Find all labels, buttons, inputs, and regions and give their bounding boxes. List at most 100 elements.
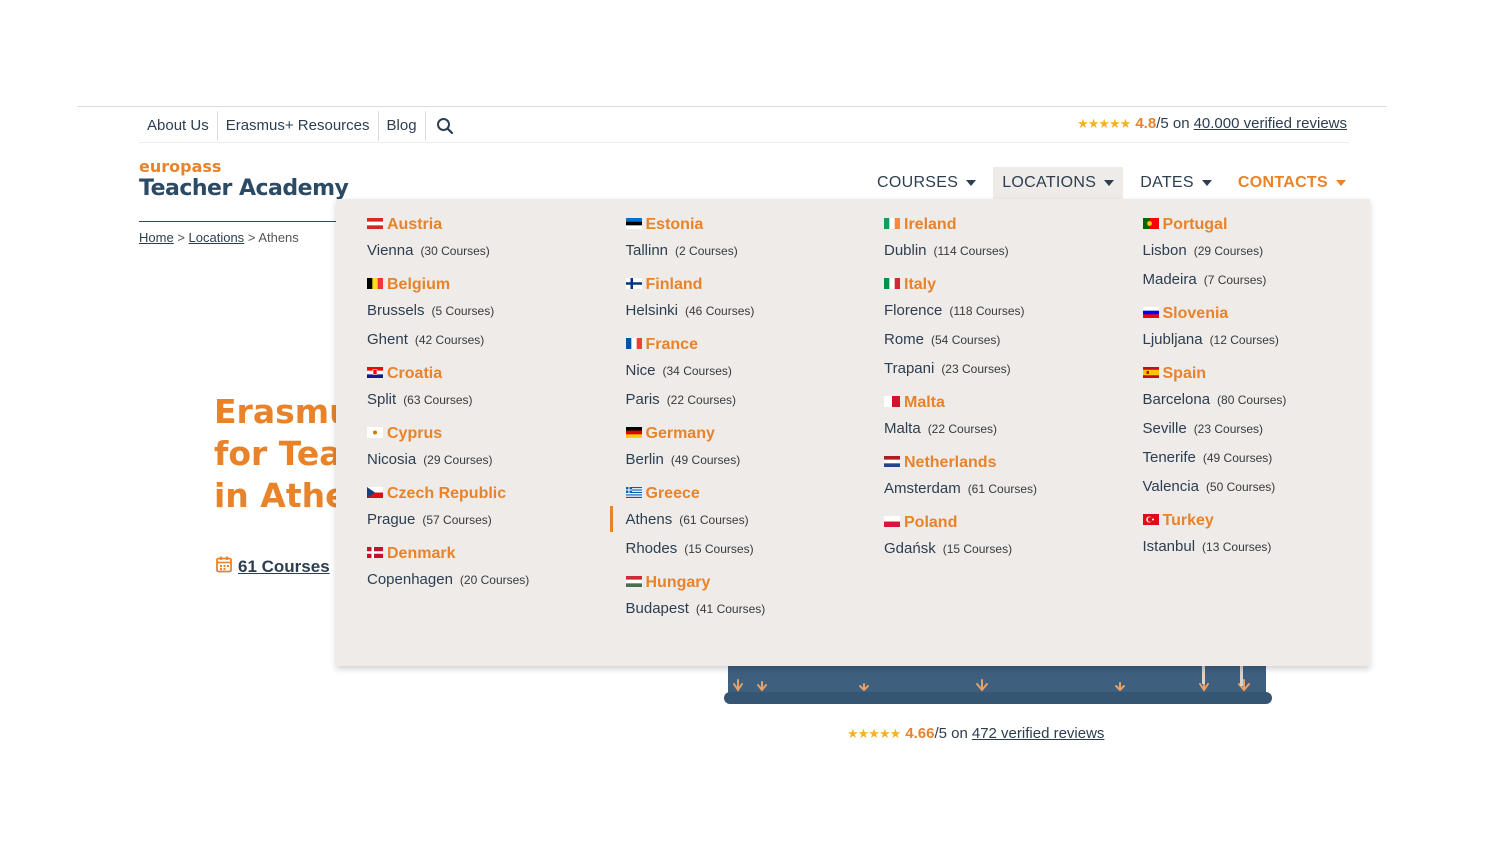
nav-contacts[interactable]: CONTACTS <box>1229 167 1355 199</box>
logo-europass: europass <box>139 157 222 176</box>
nav-locations[interactable]: LOCATIONS <box>993 167 1124 199</box>
city-link-gdańsk[interactable]: Gdańsk (15 Courses) <box>884 534 1112 563</box>
city-link-ljubljana[interactable]: Ljubljana (12 Courses) <box>1143 325 1371 354</box>
city-link-rome[interactable]: Rome (54 Courses) <box>884 325 1112 354</box>
country-link-czech-republic[interactable]: Czech Republic <box>367 483 595 505</box>
city-name: Tallinn <box>625 242 669 259</box>
top-divider <box>77 106 1387 107</box>
country-link-france[interactable]: France <box>625 334 854 356</box>
country-link-belgium[interactable]: Belgium <box>367 274 595 296</box>
city-name: Athens <box>625 511 673 528</box>
country-link-cyprus[interactable]: Cyprus <box>367 423 595 445</box>
city-link-athens[interactable]: Athens (61 Courses) <box>609 505 854 534</box>
country-name: Estonia <box>645 216 704 233</box>
city-link-split[interactable]: Split (63 Courses) <box>367 385 595 414</box>
country-link-denmark[interactable]: Denmark <box>367 543 595 565</box>
chevron-down-icon <box>1335 180 1346 186</box>
city-link-copenhagen[interactable]: Copenhagen (20 Courses) <box>367 565 595 594</box>
city-link-tallinn[interactable]: Tallinn (2 Courses) <box>626 236 854 265</box>
chevron-down-icon <box>1104 180 1115 186</box>
verified-reviews-link[interactable]: 40.000 verified reviews <box>1194 115 1347 132</box>
country-link-germany[interactable]: Germany <box>625 423 854 445</box>
city-course-count: (22 Courses) <box>927 421 998 436</box>
country-link-italy[interactable]: Italy <box>884 274 1112 296</box>
city-link-trapani[interactable]: Trapani (23 Courses) <box>884 354 1112 383</box>
country-name: Netherlands <box>904 454 997 471</box>
country-link-croatia[interactable]: Croatia <box>367 363 595 385</box>
city-course-count: (57 Courses) <box>422 512 492 527</box>
country-link-ireland[interactable]: Ireland <box>884 214 1112 236</box>
city-name: Helsinki <box>625 302 679 319</box>
city-link-lisbon[interactable]: Lisbon (29 Courses) <box>1143 236 1371 265</box>
city-link-florence[interactable]: Florence (118 Courses) <box>884 296 1112 325</box>
country-group: France Nice (34 Courses) Paris (22 Courses) <box>625 334 854 414</box>
city-link-budapest[interactable]: Budapest (41 Courses) <box>626 594 854 623</box>
city-link-paris[interactable]: Paris (22 Courses) <box>626 385 854 414</box>
country-link-hungary[interactable]: Hungary <box>625 572 854 594</box>
nav-courses[interactable]: COURSES <box>868 167 985 199</box>
city-link-helsinki[interactable]: Helsinki (46 Courses) <box>626 296 854 325</box>
hero-line-1: Erasmus+ <box>214 392 344 431</box>
chevron-down-icon <box>966 180 977 186</box>
city-link-madeira[interactable]: Madeira (7 Courses) <box>1143 265 1371 294</box>
country-link-austria[interactable]: Austria <box>367 214 595 236</box>
country-link-portugal[interactable]: Portugal <box>1142 214 1371 236</box>
city-link-brussels[interactable]: Brussels (5 Courses) <box>367 296 595 325</box>
country-link-greece[interactable]: Greece <box>625 483 854 505</box>
country-name: Portugal <box>1162 216 1228 233</box>
site-logo[interactable]: europass Teacher Academy <box>139 157 349 202</box>
city-link-ghent[interactable]: Ghent (42 Courses) <box>367 325 595 354</box>
city-course-count: (50 Courses) <box>1205 479 1276 494</box>
city-name: Florence <box>884 302 943 319</box>
city-link-barcelona[interactable]: Barcelona (80 Courses) <box>1143 385 1371 414</box>
country-link-netherlands[interactable]: Netherlands <box>884 452 1112 474</box>
denmark-flag-icon <box>367 545 383 563</box>
breadcrumb-locations[interactable]: Locations <box>189 230 245 245</box>
city-name: Budapest <box>625 600 689 617</box>
city-link-amsterdam[interactable]: Amsterdam (61 Courses) <box>884 474 1112 503</box>
blog-link[interactable]: Blog <box>379 110 426 141</box>
estonia-flag-icon <box>625 216 642 234</box>
rating-suffix: /5 on <box>1156 115 1190 132</box>
city-link-tenerife[interactable]: Tenerife (49 Courses) <box>1143 443 1371 472</box>
main-nav: COURSES LOCATIONS DATES CONTACTS <box>868 167 1363 199</box>
city-name: Barcelona <box>1142 391 1211 408</box>
city-link-istanbul[interactable]: Istanbul (13 Courses) <box>1143 532 1371 561</box>
city-link-dublin[interactable]: Dublin (114 Courses) <box>884 236 1112 265</box>
search-icon[interactable] <box>426 111 454 141</box>
city-course-count: (54 Courses) <box>931 332 1001 347</box>
country-link-poland[interactable]: Poland <box>884 512 1112 534</box>
country-link-estonia[interactable]: Estonia <box>625 214 854 236</box>
country-link-malta[interactable]: Malta <box>884 392 1112 414</box>
france-flag-icon <box>625 336 642 354</box>
city-link-valencia[interactable]: Valencia (50 Courses) <box>1143 472 1371 501</box>
city-link-nicosia[interactable]: Nicosia (29 Courses) <box>367 445 595 474</box>
city-name: Nice <box>625 362 656 379</box>
courses-count-link[interactable]: 61 Courses <box>238 557 330 577</box>
city-course-count: (13 Courses) <box>1202 539 1272 554</box>
portugal-flag-icon <box>1142 216 1159 234</box>
city-link-seville[interactable]: Seville (23 Courses) <box>1143 414 1371 443</box>
country-group: Estonia Tallinn (2 Courses) <box>625 214 854 265</box>
city-course-count: (61 Courses) <box>967 481 1038 496</box>
breadcrumb-home[interactable]: Home <box>139 230 174 245</box>
country-link-spain[interactable]: Spain <box>1142 363 1371 385</box>
city-course-count: (34 Courses) <box>662 363 732 378</box>
country-group: Ireland Dublin (114 Courses) <box>884 214 1112 265</box>
city-name: Lisbon <box>1142 242 1187 259</box>
country-link-slovenia[interactable]: Slovenia <box>1142 303 1371 325</box>
city-link-nice[interactable]: Nice (34 Courses) <box>626 356 854 385</box>
city-link-malta[interactable]: Malta (22 Courses) <box>884 414 1112 443</box>
country-link-finland[interactable]: Finland <box>625 274 854 296</box>
city-link-vienna[interactable]: Vienna (30 Courses) <box>367 236 595 265</box>
country-link-turkey[interactable]: Turkey <box>1142 510 1371 532</box>
city-link-prague[interactable]: Prague (57 Courses) <box>367 505 595 534</box>
erasmus-resources-link[interactable]: Erasmus+ Resources <box>218 110 379 141</box>
city-course-count: (29 Courses) <box>1193 243 1264 258</box>
city-name: Tenerife <box>1142 449 1196 466</box>
city-link-rhodes[interactable]: Rhodes (15 Courses) <box>626 534 854 563</box>
about-us-link[interactable]: About Us <box>139 110 218 141</box>
city-link-berlin[interactable]: Berlin (49 Courses) <box>626 445 854 474</box>
nav-dates[interactable]: DATES <box>1131 167 1221 199</box>
course-reviews-link[interactable]: 472 verified reviews <box>972 725 1105 742</box>
